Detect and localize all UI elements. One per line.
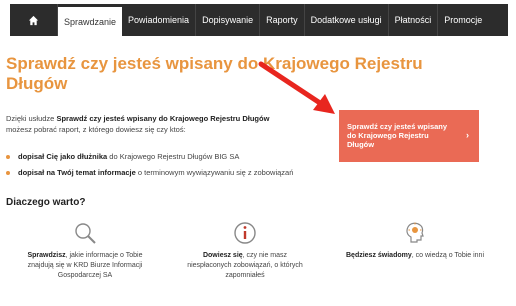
feature-bold: Dowiesz się <box>202 252 243 259</box>
nav-tab-sprawdzanie[interactable]: Sprawdzanie <box>58 7 123 36</box>
arrow-annotation <box>258 61 335 114</box>
nav-tab-powiadomienia[interactable]: Powiadomienia <box>122 4 197 36</box>
feature-check: Sprawdzisz, jakie informacje o Tobie zna… <box>20 220 150 281</box>
feature-aware: Będziesz świadomy, co wiedzą o Tobie inn… <box>345 220 485 261</box>
bullet-list: dopisał Cię jako dłużnika do Krajowego R… <box>6 151 306 183</box>
bullet-dot <box>6 155 10 159</box>
info-icon <box>234 222 256 244</box>
feature-bold: Będziesz świadomy <box>346 252 412 259</box>
nav-tab-promocje[interactable]: Promocje <box>438 4 488 36</box>
magnifier-icon <box>75 223 96 244</box>
list-item: dopisał na Twój temat informacje o termi… <box>6 167 306 178</box>
home-icon <box>28 15 39 25</box>
feature-text: , co wiedzą o Tobie inni <box>411 252 484 259</box>
chevron-right-icon: › <box>466 130 469 140</box>
nav-tab-raporty[interactable]: Raporty <box>260 4 305 36</box>
bullet-text: o terminowym wywiązywaniu się z zobowiąz… <box>135 168 294 177</box>
intro-suffix: możesz pobrać raport, z którego dowiesz … <box>6 125 186 134</box>
cta-label: Sprawdź czy jesteś wpisany do Krajowego … <box>347 122 448 149</box>
nav-tab-dodatkowe-uslugi[interactable]: Dodatkowe usługi <box>305 4 389 36</box>
intro-prefix: Dzięki usłudze <box>6 114 57 123</box>
bullet-text: do Krajowego Rejestru Długów BIG SA <box>107 152 240 161</box>
bullet-dot <box>6 171 10 175</box>
top-navigation: Sprawdzanie Powiadomienia Dopisywanie Ra… <box>10 4 508 36</box>
bullet-bold: dopisał na Twój temat informacje <box>18 168 136 177</box>
nav-tab-platnosci[interactable]: Płatności <box>389 4 439 36</box>
intro-bold: Sprawdź czy jesteś wpisany do Krajowego … <box>56 114 270 123</box>
nav-tab-dopisywanie[interactable]: Dopisywanie <box>196 4 261 36</box>
feature-bold: Sprawdzisz <box>27 252 66 259</box>
intro-text: Dzięki usłudze Sprawdź czy jesteś wpisan… <box>6 113 276 135</box>
nav-home-button[interactable] <box>10 4 58 36</box>
list-item: dopisał Cię jako dłużnika do Krajowego R… <box>6 151 306 162</box>
bullet-bold: dopisał Cię jako dłużnika <box>18 152 108 161</box>
page-title: Sprawdź czy jesteś wpisany do Krajowego … <box>6 54 423 93</box>
check-registry-button[interactable]: Sprawdź czy jesteś wpisany do Krajowego … <box>339 110 479 162</box>
feature-learn: Dowiesz się, czy nie masz niespłaconych … <box>180 220 310 281</box>
lightbulb-head-icon <box>406 222 424 243</box>
why-heading: Diaczego warto? <box>6 197 86 208</box>
